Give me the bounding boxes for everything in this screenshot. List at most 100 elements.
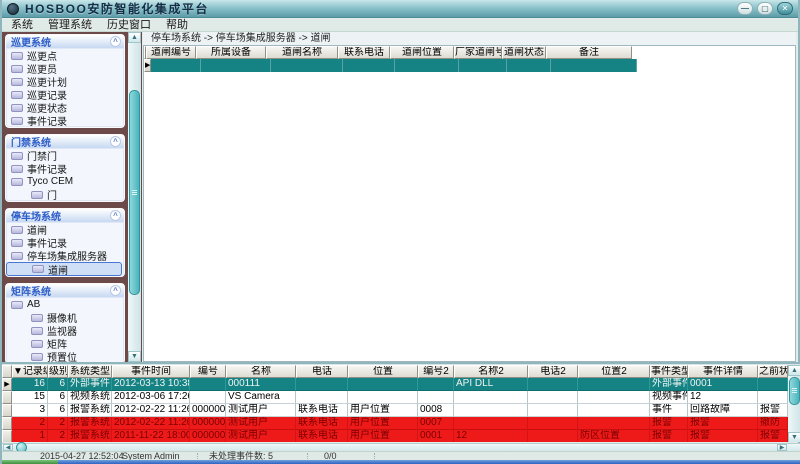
main-row-cell-7[interactable] [551,59,637,72]
sidebar-item-Tyco CEM[interactable]: Tyco CEM [6,175,124,188]
event-cell: 报警系统 [68,430,112,442]
title-bar: HOSBOO安防智能化集成平台 — ▢ ✕ [2,0,798,18]
event-col-0[interactable]: ▼记录编号 [12,365,48,378]
main-col-0[interactable]: 道闸编号 [146,46,196,59]
event-cell: 2 [12,417,48,430]
event-cell: 2012-03-06 17:26:34 [112,391,190,404]
event-cell: 2 [48,417,68,430]
event-cell: 报警 [758,430,788,442]
sidebar-item-事件记录[interactable]: 事件记录 [6,114,124,127]
collapse-chevron-icon[interactable]: ^ [110,136,121,147]
sidebar-item-事件记录[interactable]: 事件记录 [6,162,124,175]
sidebar-panel-header-2[interactable]: 停车场系统 ^ [6,209,124,223]
scroll-up-icon[interactable]: ▲ [788,365,800,376]
event-cell: 报警 [650,430,688,442]
main-row-cell-4[interactable] [395,59,459,72]
scroll-up-icon[interactable]: ▲ [128,32,141,43]
sidebar-item-门[interactable]: 门 [6,188,124,201]
tree-node-icon [32,265,44,273]
event-scroll-thumb[interactable] [789,377,800,405]
tree-node-icon [11,178,23,186]
collapse-chevron-icon[interactable]: ^ [110,210,121,221]
event-cell: 12 [454,430,528,442]
event-col-7[interactable]: 位置 [348,365,418,378]
event-scrollbar[interactable]: ▲ ▼ [788,365,800,442]
sidebar-scrollbar[interactable]: ▲ ▼ [128,32,141,362]
maximize-button[interactable]: ▢ [757,2,773,15]
main-col-4[interactable]: 道闸位置 [390,46,454,59]
event-col-12[interactable]: 事件类型 [650,365,688,378]
scroll-down-icon[interactable]: ▼ [128,351,141,362]
main-row-cell-0[interactable] [151,59,201,72]
event-table: ▼记录编号级别系统类型事件时间编号名称电话位置编号2名称2电话2位置2事件类型事… [2,362,800,442]
event-col-4[interactable]: 编号 [190,365,226,378]
sidebar-panel-header-1[interactable]: 门禁系统 ^ [6,135,124,149]
main-table-selected-row[interactable]: ▶ [144,59,795,72]
event-row-3[interactable]: 22报警系统2012-02-22 11:26:0200000002测试用户联系电… [2,417,800,430]
main-col-2[interactable]: 道闸名称 [266,46,338,59]
event-col-9[interactable]: 名称2 [454,365,528,378]
collapse-chevron-icon[interactable]: ^ [110,285,121,296]
event-col-14[interactable]: 之前状态 [758,365,788,378]
tree-node-icon [11,104,23,112]
main-col-5[interactable]: 厂家道闸号 [454,46,502,59]
sidebar-panel-title: 停车场系统 [11,208,61,223]
event-col-5[interactable]: 名称 [226,365,296,378]
event-col-6[interactable]: 电话 [296,365,348,378]
sidebar-panel-header-0[interactable]: 巡更系统^ [6,35,124,49]
scroll-left-icon[interactable]: ◀ [3,444,13,451]
sidebar-scroll-thumb[interactable] [129,90,140,295]
event-cell: 用户位置 [348,430,418,442]
event-table-header: ▼记录编号级别系统类型事件时间编号名称电话位置编号2名称2电话2位置2事件类型事… [2,365,800,378]
main-row-cell-6[interactable] [507,59,551,72]
event-row-2[interactable]: 36报警系统2012-02-22 11:26:0200000002测试用户联系电… [2,404,800,417]
horizontal-scrollbar[interactable]: ◀ ▶ [2,443,800,451]
main-col-1[interactable]: 所属设备 [196,46,266,59]
event-row-1[interactable]: 156视频系统2012-03-06 17:26:34VS Camera视频事件1… [2,391,800,404]
event-cell: 6 [48,391,68,404]
menu-item-0[interactable]: 系统 [11,19,33,31]
event-col-13[interactable]: 事件详情 [688,365,758,378]
sidebar-panel-1: 门禁系统^门禁门事件记录Tyco CEM门 [5,134,125,202]
event-cell: VS Camera [226,391,296,404]
breadcrumb: 停车场系统 -> 停车场集成服务器 -> 道闸 [143,32,796,45]
scroll-right-icon[interactable]: ▶ [777,444,787,451]
sidebar-panel-title: 门禁系统 [11,134,51,149]
minimize-button[interactable]: — [737,2,753,15]
tree-node-icon [11,301,23,309]
scroll-down-icon[interactable]: ▼ [788,432,800,442]
collapse-chevron-icon[interactable]: ^ [110,36,121,47]
event-row-0[interactable]: ▶166外部事件2012-03-13 10:38:04000111API DLL… [2,378,800,391]
main-col-7[interactable]: 备注 [546,46,632,59]
sidebar-item-道闸[interactable]: 道闸 [6,262,122,276]
main-col-6[interactable]: 道闸状态 [502,46,546,59]
menu-item-2[interactable]: 历史窗口 [107,19,151,31]
close-button[interactable]: ✕ [777,2,793,15]
main-row-cell-3[interactable] [343,59,395,72]
event-cell: 用户位置 [348,404,418,417]
sidebar-item-巡更点[interactable]: 巡更点 [6,49,124,62]
sidebar-item-label: 门 [47,187,57,202]
main-row-cell-2[interactable] [271,59,343,72]
event-cell: 1 [12,430,48,442]
sidebar-item-label: 事件记录 [27,161,67,176]
menu-item-3[interactable]: 帮助 [166,19,188,31]
event-cell [578,378,650,391]
event-cell [578,391,650,404]
event-cell [454,391,528,404]
sidebar-panel-header-3[interactable]: 矩阵系统^ [6,284,124,298]
event-col-1[interactable]: 级别 [48,365,68,378]
event-col-8[interactable]: 编号2 [418,365,454,378]
event-col-2[interactable]: 系统类型 [68,365,112,378]
event-row-4[interactable]: 12报警系统2011-11-22 18:00:2700000003测试用户联系电… [2,430,800,442]
event-col-3[interactable]: 事件时间 [112,365,190,378]
main-row-cell-5[interactable] [459,59,507,72]
event-cell: 视频系统 [68,391,112,404]
sidebar-item-停车场集成服务器[interactable]: 停车场集成服务器 [6,249,124,262]
tree-node-icon [31,191,43,199]
event-col-11[interactable]: 位置2 [578,365,650,378]
main-col-3[interactable]: 联系电话 [338,46,390,59]
event-col-10[interactable]: 电话2 [528,365,578,378]
menu-item-1[interactable]: 管理系统 [48,19,92,31]
main-row-cell-1[interactable] [201,59,271,72]
